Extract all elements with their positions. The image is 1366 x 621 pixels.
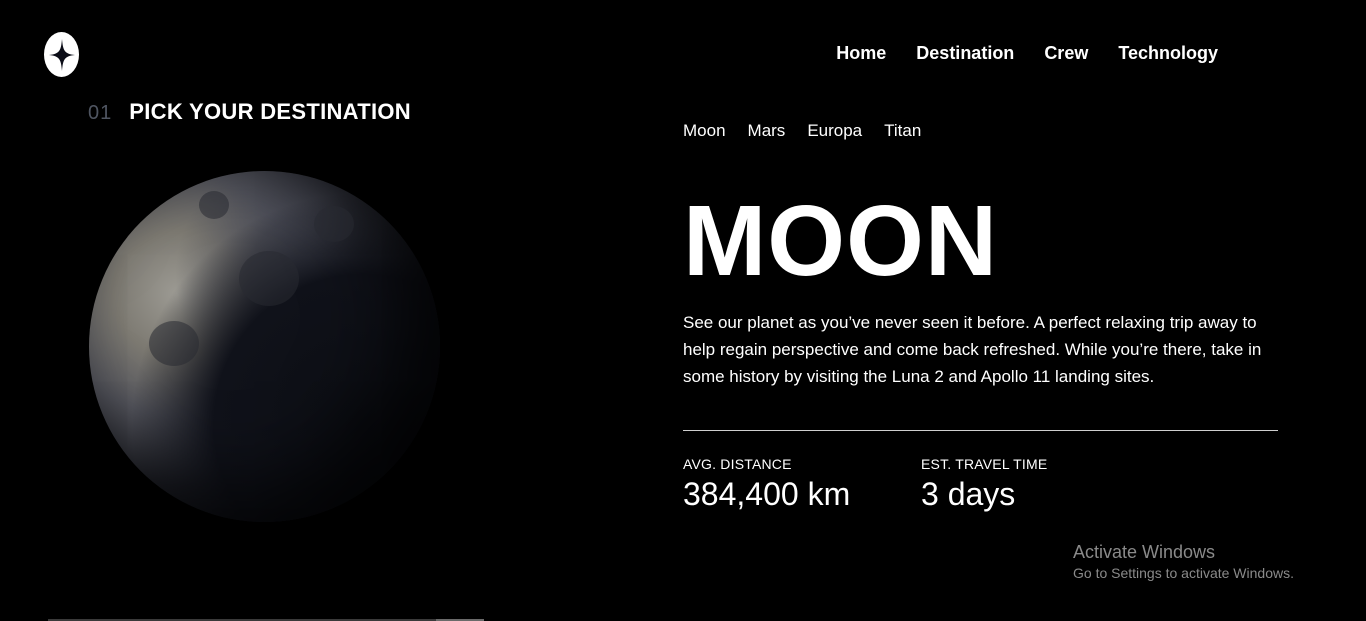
moon-image	[89, 171, 440, 522]
tab-titan[interactable]: Titan	[884, 121, 921, 141]
travel-time-label: EST. TRAVEL TIME	[921, 456, 1048, 472]
destination-name: MOON	[683, 185, 999, 297]
nav-technology[interactable]: Technology	[1118, 43, 1218, 64]
destination-tabs: Moon Mars Europa Titan	[683, 121, 921, 141]
page-title: PICK YOUR DESTINATION	[129, 99, 411, 124]
tab-moon[interactable]: Moon	[683, 121, 726, 141]
watermark-title: Activate Windows	[1073, 542, 1216, 562]
travel-time-value: 3 days	[921, 476, 1016, 512]
nav-destination[interactable]: Destination	[916, 43, 1014, 64]
tab-europa[interactable]: Europa	[807, 121, 862, 141]
destination-page: Home Destination Crew Technology 01 PICK…	[0, 0, 1366, 621]
watermark-subtitle: Go to Settings to activate Windows.	[1073, 565, 1294, 581]
nav-home[interactable]: Home	[836, 43, 886, 64]
windows-activation-watermark: Activate Windows Go to Settings to activ…	[1073, 542, 1294, 581]
stat-distance: AVG. DISTANCE 384,400 km	[683, 456, 850, 513]
stat-travel-time: EST. TRAVEL TIME 3 days	[921, 456, 1047, 513]
nav-crew[interactable]: Crew	[1044, 43, 1088, 64]
distance-value: 384,400 km	[683, 476, 851, 512]
distance-label: AVG. DISTANCE	[683, 456, 792, 472]
star-logo-icon[interactable]	[44, 32, 79, 77]
divider	[683, 430, 1278, 431]
destination-description: See our planet as you’ve never seen it b…	[683, 313, 1262, 386]
tab-mars[interactable]: Mars	[748, 121, 786, 141]
main-nav: Home Destination Crew Technology	[836, 43, 1218, 64]
page-heading: 01 PICK YOUR DESTINATION	[88, 99, 411, 125]
section-number: 01	[88, 102, 113, 124]
